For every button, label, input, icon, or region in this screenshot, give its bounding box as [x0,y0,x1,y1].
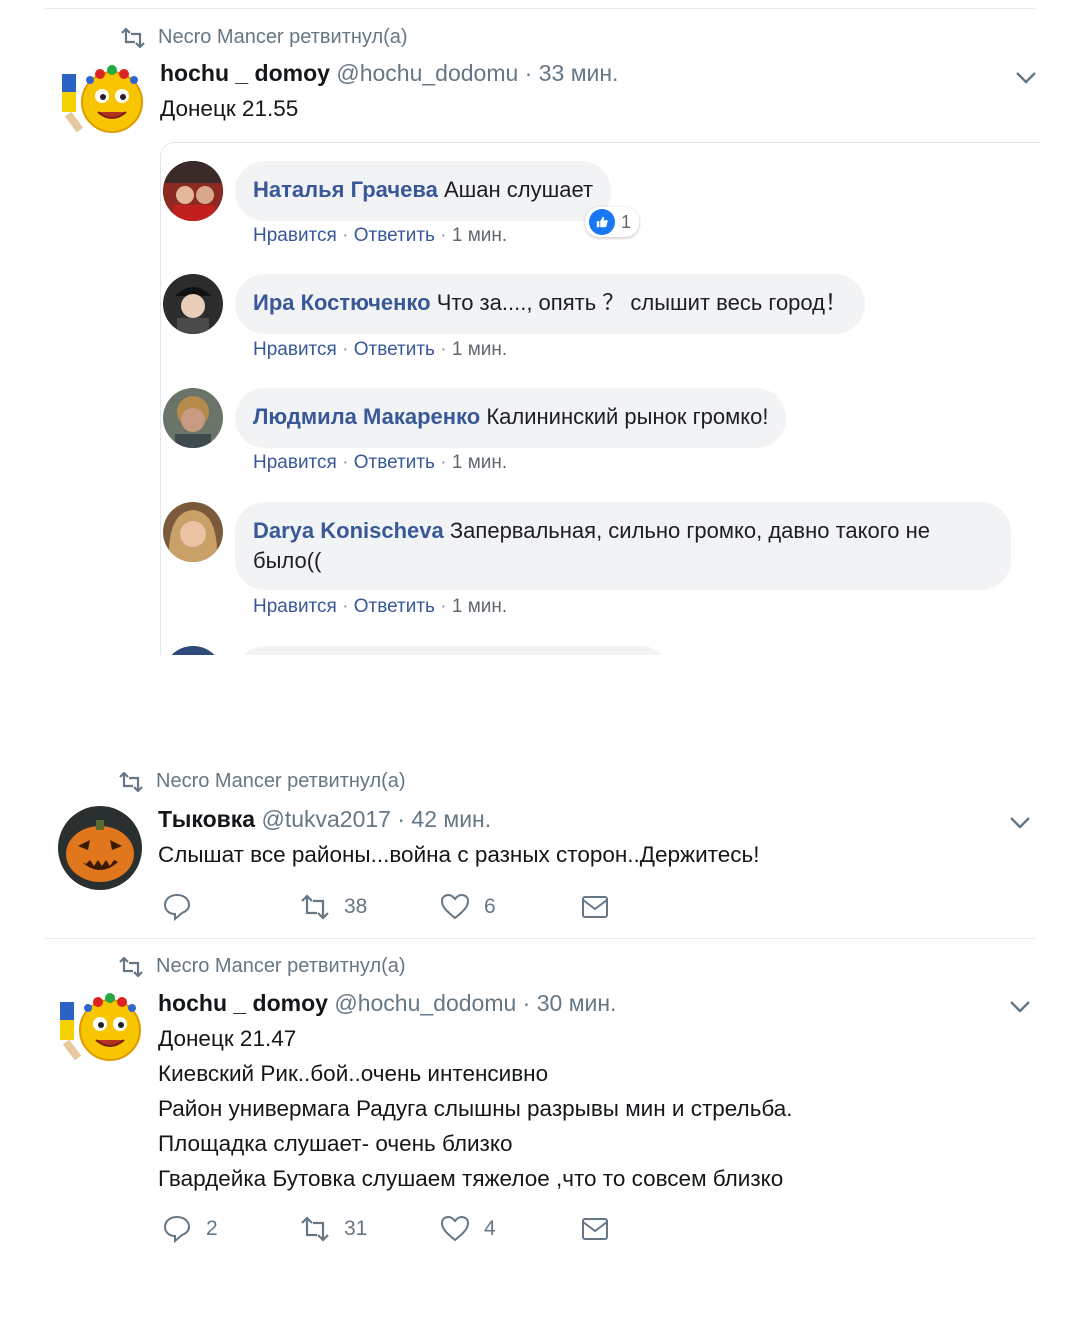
comment-time[interactable]: 1 мин. [452,225,507,246]
comment-text: Ашан слушает [443,177,594,202]
message-icon [582,1218,608,1240]
timestamp[interactable]: · 42 мин. [397,806,491,832]
tweet-actions: 38 6 [162,892,610,922]
tweet-text-line: Слышат все районы...война с разных сторо… [158,842,760,867]
commenter-avatar[interactable] [163,388,223,448]
comment-meta: Нравится · Ответить · 1 мин. [253,339,508,360]
like-button[interactable]: 4 [440,1214,580,1244]
retweet-context: Necro Mancer ретвитнул(а) [118,770,406,793]
tweet-text-line: Киевский Рик..бой..очень интенсивно [158,1061,549,1086]
top-divider [45,8,1035,9]
retweet-icon [119,771,143,792]
tweet-text-line: Район универмага Радуга слышны разрывы м… [158,1096,793,1121]
handle[interactable]: @hochu_dodomu [334,990,516,1016]
comment-author[interactable]: Darya Konischeva [253,518,444,543]
tweet-header: hochu _ domoy @hochu_dodomu · 30 мин. [158,990,616,1017]
message-icon [582,896,608,918]
comment-bubble: Наталья Грачева Ашан слушает [235,161,612,221]
commenter-avatar[interactable] [163,274,223,334]
retweet-icon [301,894,329,920]
tweet-header: hochu _ domoy @hochu_dodomu · 33 мин. [160,60,618,87]
retweet-icon [119,956,143,977]
like-link[interactable]: Нравится [253,452,337,473]
retweet-icon [301,1216,329,1242]
like-reaction-icon [589,209,615,235]
like-link[interactable]: Нравится [253,596,337,617]
retweet-label: Necro Mancer ретвитнул(а) [158,26,408,48]
like-link[interactable]: Нравится [253,225,337,246]
comment-bubble: Darya Konischeva Запервальная, сильно гр… [235,502,1011,590]
reply-button[interactable]: 2 [162,1214,300,1244]
chevron-down-icon[interactable] [1014,70,1038,86]
chevron-down-icon[interactable] [1008,815,1032,831]
tweet-text-line: Гвардейка Бутовка слушаем тяжелое ,что т… [158,1166,784,1191]
display-name[interactable]: Тыковка [158,806,255,832]
tweet-text: Донецк 21.47 Киевский Рик..бой..очень ин… [158,1021,793,1196]
retweet-context: Necro Mancer ретвитнул(а) [120,26,408,49]
retweet-label: Necro Mancer ретвитнул(а) [156,770,406,792]
reply-icon [163,893,191,922]
reply-link[interactable]: Ответить [354,339,435,360]
comment-text: Что за...., опять ？ слышит весь город！ [436,290,848,315]
reply-button[interactable] [162,892,300,922]
tweet-text-line: Донецк 21.47 [158,1026,297,1051]
embedded-comments[interactable]: Наталья Грачева Ашан слушает 1 Нравится … [160,142,1041,655]
commenter-avatar[interactable] [163,646,223,655]
like-button[interactable]: 6 [440,892,580,922]
comment-author[interactable]: Людмила Макаренко [253,404,480,429]
display-name[interactable]: hochu _ domoy [160,60,330,86]
chevron-down-icon[interactable] [1008,999,1032,1015]
tweet-actions: 2 31 4 [162,1214,610,1244]
display-name[interactable]: hochu _ domoy [158,990,328,1016]
reply-link[interactable]: Ответить [354,452,435,473]
comment-meta: Нравится · Ответить · 1 мин. [253,596,508,617]
comment-bubble: Людмила Макаренко Калининский рынок гром… [235,388,787,448]
retweet-button[interactable]: 38 [300,892,440,922]
reply-icon [163,1215,191,1244]
direct-message-button[interactable] [580,1214,610,1244]
retweet-context: Necro Mancer ретвитнул(а) [118,955,406,978]
reply-link[interactable]: Ответить [354,596,435,617]
like-link[interactable]: Нравится [253,339,337,360]
tweet-text-line: Площадка слушает- очень близко [158,1131,513,1156]
comment-author[interactable]: Ира Костюченко [253,290,431,315]
commenter-avatar[interactable] [163,161,223,221]
comment-time[interactable]: 1 мин. [452,596,507,617]
direct-message-button[interactable] [580,892,610,922]
heart-icon [440,893,470,920]
comment-time[interactable]: 1 мин. [452,339,507,360]
tweet-text-line: Донецк 21.55 [160,96,299,121]
avatar[interactable] [58,992,144,1062]
retweet-icon [121,27,145,48]
avatar[interactable] [60,64,146,134]
comment-bubble [235,646,671,655]
retweet-button[interactable]: 31 [300,1214,440,1244]
timestamp[interactable]: · 30 мин. [523,990,617,1016]
tweet-divider [45,938,1035,939]
comment-meta: Нравится · Ответить · 1 мин. [253,452,508,473]
comment-text: Калининский рынок громко! [486,404,769,429]
comment-time[interactable]: 1 мин. [452,452,507,473]
comment-meta: Нравится · Ответить · 1 мин. [253,225,508,246]
comment-author[interactable]: Наталья Грачева [253,177,438,202]
avatar[interactable] [58,806,142,890]
reply-link[interactable]: Ответить [354,225,435,246]
commenter-avatar[interactable] [163,502,223,562]
heart-icon [440,1215,470,1242]
handle[interactable]: @hochu_dodomu [336,60,518,86]
handle[interactable]: @tukva2017 [261,806,391,832]
comment-bubble: Ира Костюченко Что за...., опять ？ слыши… [235,274,866,334]
retweet-label: Necro Mancer ретвитнул(а) [156,955,406,977]
reaction-count[interactable]: 1 [585,207,640,237]
timestamp[interactable]: · 33 мин. [525,60,619,86]
tweet-header: Тыковка @tukva2017 · 42 мин. [158,806,491,833]
